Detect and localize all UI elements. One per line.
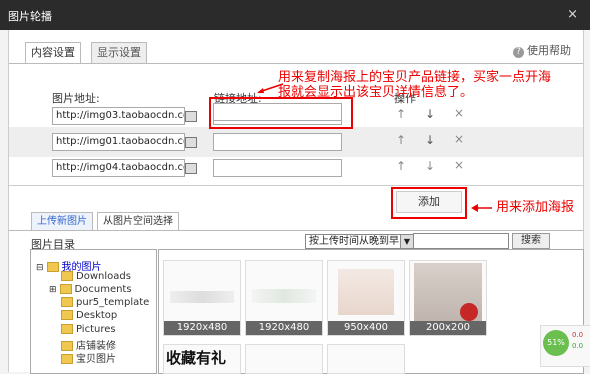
image-thumbnail[interactable] (245, 344, 323, 374)
window-title: 图片轮播 (8, 10, 52, 23)
search-input[interactable] (413, 233, 509, 249)
link-annotation-line1: 用来复制海报上的宝贝产品链接，买家一点开海 (278, 70, 552, 85)
image-url-input[interactable]: http://img04.taobaocdn.com/ (52, 159, 185, 177)
link-url-input-highlighted[interactable] (213, 103, 342, 121)
folder-icon (61, 310, 73, 320)
help-link[interactable]: ? 使用帮助 (513, 42, 571, 58)
image-picker-icon[interactable] (185, 111, 197, 122)
product-image (338, 269, 394, 315)
move-up-icon[interactable]: ↑ (396, 107, 406, 121)
thumbnail-size: 1920x480 (246, 321, 322, 335)
tab-content-settings[interactable]: 内容设置 (25, 42, 81, 64)
usage-gauge: 51% (543, 330, 569, 356)
tree-item-label: Downloads (76, 271, 131, 282)
tab-divider (9, 230, 583, 231)
move-up-icon[interactable]: ↑ (396, 133, 406, 147)
image-picker-icon[interactable] (185, 163, 197, 174)
tree-item-label: pur5_template (76, 297, 150, 308)
network-gadget: 51% 0.0 0.0 (540, 325, 590, 367)
folder-icon (46, 262, 59, 272)
link-url-input[interactable] (213, 133, 342, 151)
delete-icon[interactable]: × (454, 132, 464, 146)
link-annotation-line2: 报就会显示出该宝贝详情信息了。 (278, 85, 474, 100)
help-icon: ? (513, 47, 524, 58)
tree-item-label: Desktop (76, 310, 118, 321)
folder-icon (61, 324, 73, 334)
tab-divider (9, 63, 583, 64)
collapse-icon[interactable]: ⊟ (36, 263, 44, 273)
chevron-down-icon: ▼ (400, 235, 413, 248)
delete-icon[interactable]: × (454, 158, 464, 172)
annotation-arrow (471, 204, 492, 212)
tree-item-label: 宝贝图片 (76, 354, 116, 365)
section-divider (9, 185, 583, 186)
title-bar: 图片轮播 × (0, 0, 590, 30)
add-annotation: 用来添加海报 (496, 200, 575, 215)
tree-item[interactable]: ⊞ Documents (49, 284, 132, 295)
download-rate: 0.0 (572, 342, 584, 350)
image-gallery: 1920x480 1920x480 950x400 200x200 收藏有礼 (158, 249, 584, 374)
link-url-input[interactable] (213, 159, 342, 177)
move-down-icon[interactable]: ↓ (425, 107, 435, 121)
directory-tree: ⊟ 我的图片 Downloads ⊞ Documents pur5_template… (30, 249, 157, 374)
image-thumbnail[interactable]: 1920x480 (163, 260, 241, 336)
sort-select[interactable]: 按上传时间从晚到早 ▼ (305, 234, 414, 249)
image-picker-icon[interactable] (185, 137, 197, 148)
close-icon[interactable]: × (567, 7, 578, 22)
image-thumbnail[interactable]: 收藏有礼 (163, 344, 241, 374)
tree-item-label: Documents (74, 284, 132, 295)
thumbnail-size: 200x200 (410, 321, 486, 335)
folder-icon (61, 297, 73, 307)
sort-select-value: 按上传时间从晚到早 (309, 236, 399, 247)
tree-item[interactable]: Downloads (61, 271, 131, 282)
help-label: 使用帮助 (527, 44, 571, 57)
image-row: http://img04.taobaocdn.com/ ↑ ↓ × (9, 153, 583, 183)
tree-item-label: Pictures (76, 324, 116, 335)
thumbnail-size: 1920x480 (164, 321, 240, 335)
badge-icon (460, 303, 478, 321)
tree-item[interactable]: 宝贝图片 (61, 350, 116, 365)
tree-item[interactable]: Pictures (61, 324, 116, 335)
banner-image (252, 289, 316, 303)
folder-icon (59, 284, 72, 294)
move-down-icon[interactable]: ↓ (425, 159, 435, 173)
tree-item[interactable]: Desktop (61, 310, 117, 321)
delete-icon[interactable]: × (454, 106, 464, 120)
move-up-icon[interactable]: ↑ (396, 159, 406, 173)
image-thumbnail[interactable] (327, 344, 405, 374)
image-url-input[interactable]: http://img03.taobaocdn.com/ (52, 107, 185, 125)
thumbnail-size: 950x400 (328, 321, 404, 335)
tab-display-settings[interactable]: 显示设置 (91, 42, 147, 64)
add-button[interactable]: 添加 (396, 191, 462, 213)
image-url-input[interactable]: http://img01.taobaocdn.com/ (52, 133, 185, 151)
image-thumbnail[interactable]: 950x400 (327, 260, 405, 336)
upload-rate: 0.0 (572, 331, 584, 339)
tree-item[interactable]: pur5_template (61, 297, 149, 308)
folder-icon (61, 271, 73, 281)
move-down-icon[interactable]: ↓ (425, 133, 435, 147)
image-thumbnail[interactable]: 1920x480 (245, 260, 323, 336)
banner-image (170, 291, 234, 303)
tab-from-image-space[interactable]: 从图片空间选择 (97, 212, 179, 231)
tab-upload-new[interactable]: 上传新图片 (31, 212, 93, 231)
expand-icon[interactable]: ⊞ (49, 285, 57, 295)
search-button[interactable]: 搜索 (512, 233, 550, 249)
image-thumbnail[interactable]: 200x200 (409, 260, 487, 336)
thumbnail-text: 收藏有礼 (166, 349, 227, 367)
folder-icon (61, 354, 73, 364)
